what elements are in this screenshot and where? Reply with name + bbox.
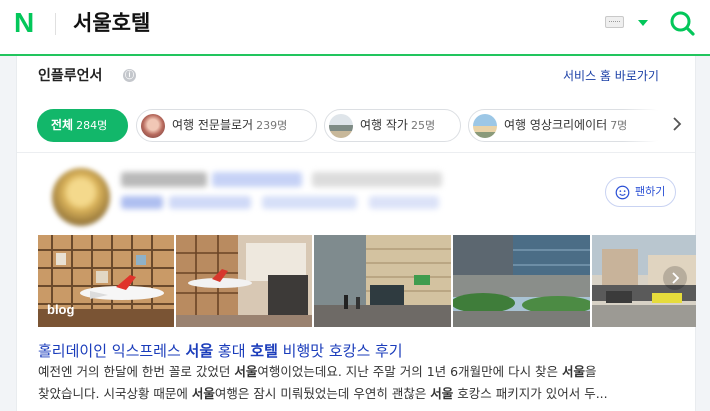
chip-all[interactable]: 전체 284명 <box>37 109 128 142</box>
post-title-link[interactable]: 홀리데이인 익스프레스 서울 홍대 호텔 비행맛 호캉스 후기 <box>38 341 403 361</box>
blurred-name <box>121 172 207 187</box>
chip-label: 여행 작가 <box>360 118 408 132</box>
chip-count: 284명 <box>76 119 108 132</box>
section-divider <box>17 152 695 153</box>
snippet-text: 을 <box>585 364 597 379</box>
chip-avatar <box>473 114 497 138</box>
blurred-tags <box>169 196 251 209</box>
post-snippet-line-1: 예전엔 거의 한달에 한번 꼴로 갔었던 서울여행이었는데요. 지난 주말 거의… <box>38 363 684 381</box>
title-highlight: 호텔 <box>250 342 278 360</box>
chip-travel-writer[interactable]: 여행 작가 25명 <box>324 109 461 142</box>
blog-tag: blog <box>47 302 75 317</box>
chevron-right-icon <box>672 272 680 284</box>
influencer-avatar[interactable] <box>52 168 110 226</box>
snippet-text: 찾았습니다. 시국상황 때문에 <box>38 386 192 401</box>
blurred-tags <box>262 196 357 209</box>
snippet-text: 예전엔 거의 한달에 한번 꼴로 갔었던 <box>38 364 235 379</box>
snippet-highlight: 서울 <box>234 364 258 379</box>
title-text: 홍대 <box>213 342 251 360</box>
snippet-highlight: 서울 <box>562 364 586 379</box>
snippet-text: 호캉스 패키지가 있어서 두... <box>453 386 608 401</box>
chip-label: 여행 전문블로거 <box>172 118 254 132</box>
fan-button-label: 팬하기 <box>635 185 666 198</box>
top-search-bar: N 서울호텔 <box>0 0 710 56</box>
caret-down-icon[interactable] <box>638 20 648 26</box>
blurred-keyword <box>212 172 302 187</box>
chip-count: 239명 <box>256 119 288 132</box>
blurred-tags <box>369 196 439 209</box>
service-home-link[interactable]: 서비스 홈 바로가기 <box>563 67 659 85</box>
post-image-4[interactable] <box>453 235 590 327</box>
post-image-3[interactable] <box>314 235 451 327</box>
snippet-highlight: 서울 <box>191 386 215 401</box>
post-image-1[interactable]: blog <box>38 235 174 327</box>
chip-avatar <box>141 114 165 138</box>
search-icon[interactable] <box>669 10 695 36</box>
title-highlight: 서울 <box>185 342 214 360</box>
post-image-2[interactable] <box>176 235 312 327</box>
snippet-text: 여행은 잠시 미뤄뒀었는데 우연히 괜찮은 <box>214 386 431 401</box>
chevron-right-icon[interactable] <box>667 114 687 134</box>
search-query-input[interactable]: 서울호텔 <box>73 9 150 37</box>
smile-icon <box>615 185 630 200</box>
section-title: 인플루언서 <box>38 68 103 84</box>
title-text: 비행맛 호캉스 후기 <box>277 342 403 360</box>
keyboard-icon[interactable] <box>605 16 624 28</box>
title-text: 홀리데이인 익스프레스 <box>38 342 186 360</box>
naver-logo[interactable]: N <box>14 9 34 37</box>
blurred-meta <box>312 172 442 187</box>
snippet-highlight: 서울 <box>430 386 454 401</box>
chips-fade <box>623 106 673 146</box>
info-icon[interactable]: ⓘ <box>123 69 136 82</box>
chip-label: 전체 <box>51 118 74 132</box>
chip-avatar <box>329 114 353 138</box>
header-divider <box>55 13 56 35</box>
influencer-section: 인플루언서 ⓘ 서비스 홈 바로가기 전체 284명 여행 전문블로거 239명 여… <box>16 56 696 411</box>
fan-button[interactable]: 팬하기 <box>605 177 676 207</box>
image-next-button[interactable] <box>663 266 687 290</box>
chip-count: 25명 <box>410 119 436 132</box>
chip-travel-blogger[interactable]: 여행 전문블로거 239명 <box>136 109 317 142</box>
post-snippet-line-2: 찾았습니다. 시국상황 때문에 서울여행은 잠시 미뤄뒀었는데 우연히 괜찮은 … <box>38 385 684 403</box>
blurred-tags <box>121 196 163 209</box>
chip-label: 여행 영상크리에이터 <box>504 118 608 132</box>
snippet-text: 여행이었는데요. 지난 주말 거의 1년 6개월만에 다시 찾은 <box>257 364 563 379</box>
